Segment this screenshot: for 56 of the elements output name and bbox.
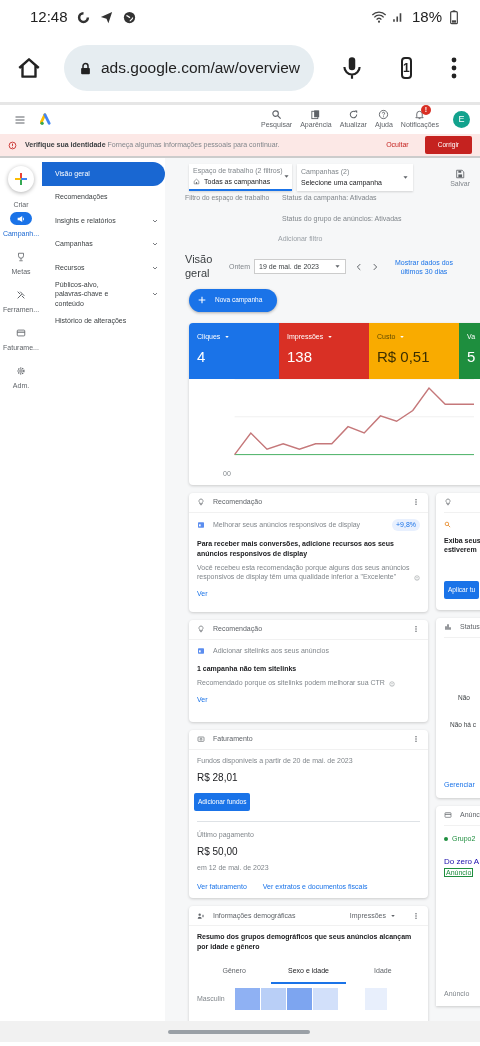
search-icon — [271, 108, 283, 120]
ad-icon — [197, 520, 205, 529]
caret-icon — [327, 333, 334, 340]
status-dot — [444, 836, 448, 841]
caret-icon — [224, 333, 231, 340]
clock-time: 12:48 — [30, 6, 68, 27]
lock-icon — [78, 60, 93, 76]
sync-icon — [75, 9, 91, 25]
window-icon — [444, 811, 452, 819]
home-indicator[interactable] — [168, 1029, 310, 1034]
info-icon — [414, 575, 420, 582]
help-icon — [378, 108, 390, 120]
next-icon[interactable] — [370, 261, 380, 272]
caret-icon — [334, 263, 341, 271]
panel-icon — [310, 108, 322, 120]
people-icon — [197, 911, 205, 920]
info-icon — [388, 681, 395, 688]
address-bar[interactable]: ads.google.com/aw/overview — [64, 45, 314, 91]
more-icon[interactable] — [412, 625, 420, 633]
card-icon — [16, 327, 26, 338]
lightbulb-icon — [444, 498, 452, 506]
wifi-icon — [370, 9, 387, 25]
caret-icon — [282, 173, 290, 180]
trophy-icon — [16, 251, 26, 262]
logo-icon — [40, 113, 53, 126]
caret-icon — [402, 174, 409, 181]
lightbulb-icon — [197, 498, 205, 506]
search-icon — [444, 520, 451, 528]
tools-icon — [16, 289, 26, 300]
caret-icon — [390, 912, 396, 919]
lightbulb-icon — [197, 625, 205, 633]
gear-icon — [16, 365, 26, 376]
home-icon[interactable] — [16, 55, 42, 81]
alert-icon — [8, 140, 17, 150]
wallet-icon — [197, 735, 205, 743]
more-icon[interactable] — [412, 498, 420, 506]
more-icon[interactable] — [412, 911, 420, 920]
more-icon[interactable] — [412, 735, 420, 743]
ad-headline: Do zero A — [444, 856, 480, 868]
globe-icon — [121, 9, 137, 25]
previous-icon[interactable] — [354, 261, 364, 272]
tab-count-button[interactable]: 1 — [401, 57, 412, 79]
home-icon — [193, 178, 200, 186]
bar-chart-icon — [444, 623, 452, 631]
signal-icon — [390, 10, 404, 24]
page-title: Visão geral — [185, 253, 214, 281]
caret-icon — [399, 333, 406, 340]
funds-amount: R$ 28,01 — [197, 771, 239, 785]
ad-icon — [197, 646, 205, 655]
last-payment-amount: R$ 50,00 — [197, 845, 239, 860]
plus-icon — [197, 295, 207, 305]
create-plus-icon — [13, 171, 29, 187]
bell-icon — [414, 108, 426, 120]
battery-percent: 18% — [411, 6, 442, 27]
refresh-icon — [347, 108, 359, 120]
save-icon — [455, 169, 466, 179]
